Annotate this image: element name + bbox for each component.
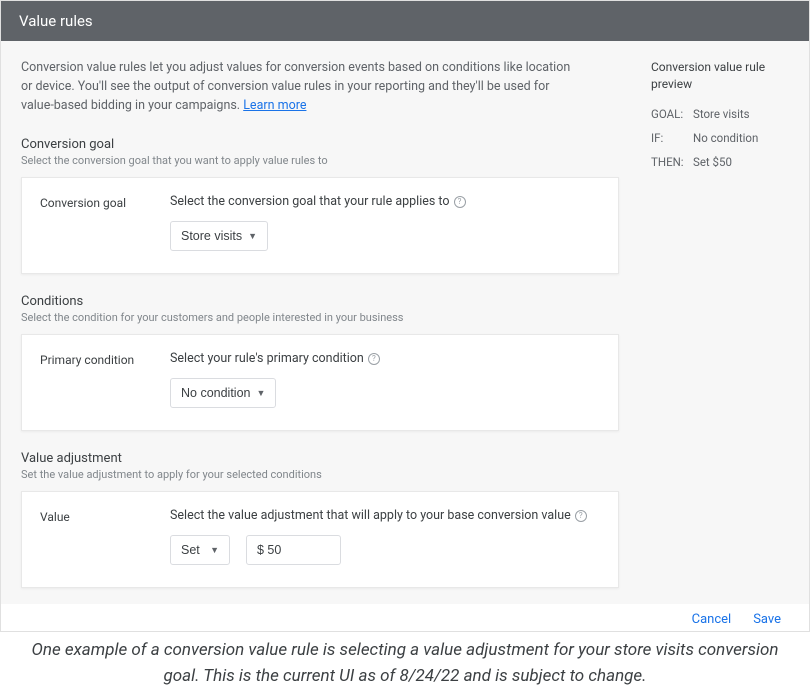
goal-card-content: Select the conversion goal that your rul… [170, 194, 600, 251]
chevron-down-icon: ▼ [248, 231, 257, 241]
value-section-title: Value adjustment [21, 451, 619, 466]
figure-caption: One example of a conversion value rule i… [0, 632, 810, 689]
chevron-down-icon: ▼ [210, 545, 219, 555]
conditions-dropdown[interactable]: No condition ▼ [170, 378, 276, 408]
goal-section-sub: Select the conversion goal that you want… [21, 154, 619, 167]
intro-text: Conversion value rules let you adjust va… [21, 59, 581, 115]
value-action-value: Set [181, 543, 200, 557]
conditions-field-title-text: Select your rule's primary condition [170, 351, 364, 366]
conditions-section-title: Conditions [21, 294, 619, 309]
conditions-card: Primary condition Select your rule's pri… [21, 334, 619, 431]
preview-then-row: THEN: Set $50 [651, 155, 795, 169]
conditions-dropdown-value: No condition [181, 386, 251, 400]
goal-field-title: Select the conversion goal that your rul… [170, 194, 600, 209]
page-title: Value rules [19, 12, 93, 30]
conditions-section-sub: Select the condition for your customers … [21, 311, 619, 324]
preview-panel: Conversion value rule preview GOAL: Stor… [639, 41, 809, 604]
preview-then-label: THEN: [651, 155, 687, 169]
value-action-dropdown[interactable]: Set ▼ [170, 535, 230, 565]
value-field-title: Select the value adjustment that will ap… [170, 508, 600, 523]
goal-dropdown[interactable]: Store visits ▼ [170, 221, 268, 251]
footer-actions: Cancel Save [1, 604, 809, 631]
cancel-button[interactable]: Cancel [692, 612, 732, 627]
preview-goal-row: GOAL: Store visits [651, 107, 795, 121]
conditions-row-label: Primary condition [40, 351, 170, 408]
value-section-sub: Set the value adjustment to apply for yo… [21, 468, 619, 481]
main-column: Conversion value rules let you adjust va… [1, 41, 639, 604]
preview-then-value: Set $50 [693, 155, 732, 169]
value-card: Value Select the value adjustment that w… [21, 491, 619, 588]
app-frame: Value rules Conversion value rules let y… [0, 0, 810, 632]
preview-if-row: IF: No condition [651, 131, 795, 145]
save-button[interactable]: Save [753, 612, 781, 627]
preview-goal-label: GOAL: [651, 107, 687, 121]
help-icon[interactable]: ? [575, 510, 587, 522]
value-card-content: Select the value adjustment that will ap… [170, 508, 600, 565]
preview-title: Conversion value rule preview [651, 59, 795, 93]
value-row: Set ▼ [170, 535, 600, 565]
goal-dropdown-value: Store visits [181, 229, 242, 243]
goal-field-title-text: Select the conversion goal that your rul… [170, 194, 450, 209]
body-area: Conversion value rules let you adjust va… [1, 41, 809, 604]
preview-if-label: IF: [651, 131, 687, 145]
conditions-field-title: Select your rule's primary condition ? [170, 351, 600, 366]
goal-section-title: Conversion goal [21, 137, 619, 152]
goal-card: Conversion goal Select the conversion go… [21, 177, 619, 274]
header-bar: Value rules [1, 1, 809, 41]
value-row-label: Value [40, 508, 170, 565]
value-field-title-text: Select the value adjustment that will ap… [170, 508, 571, 523]
help-icon[interactable]: ? [368, 353, 380, 365]
conditions-card-content: Select your rule's primary condition ? N… [170, 351, 600, 408]
chevron-down-icon: ▼ [257, 388, 266, 398]
preview-if-value: No condition [693, 131, 758, 145]
value-amount-input[interactable] [246, 535, 341, 565]
preview-goal-value: Store visits [693, 107, 750, 121]
goal-row-label: Conversion goal [40, 194, 170, 251]
learn-more-link[interactable]: Learn more [243, 98, 306, 113]
help-icon[interactable]: ? [454, 196, 466, 208]
